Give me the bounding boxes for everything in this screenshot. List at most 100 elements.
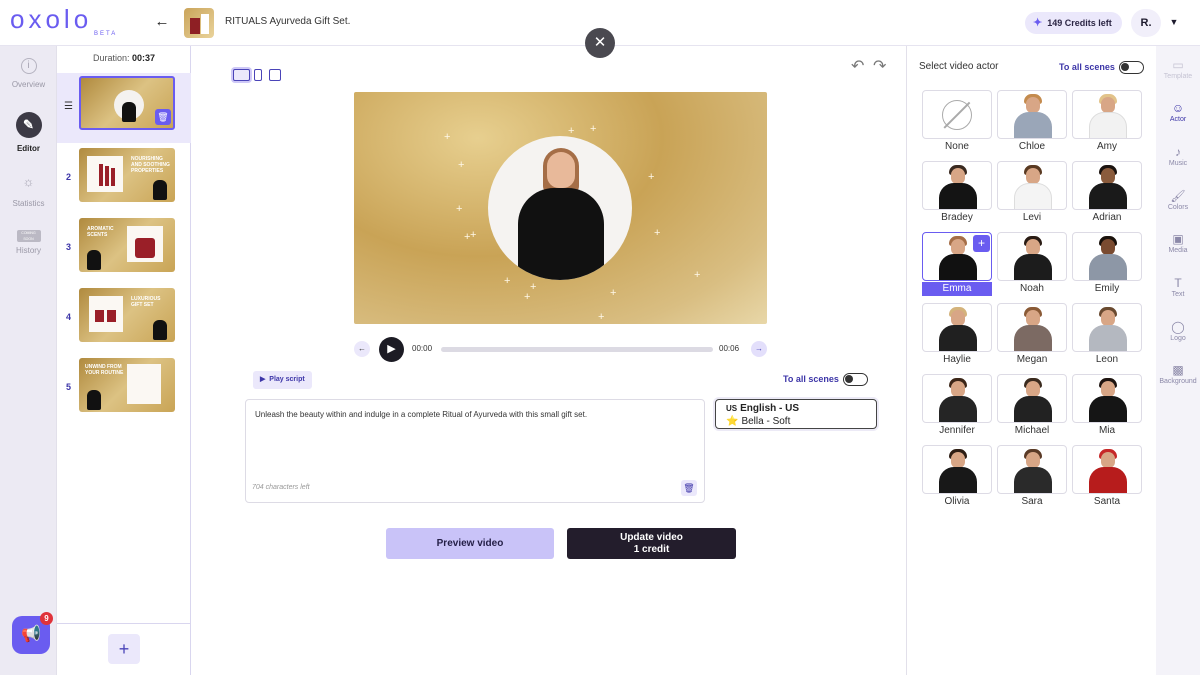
tab-logo[interactable]: ◯ Logo: [1156, 320, 1200, 342]
tab-actor[interactable]: ☺ Actor: [1156, 101, 1200, 123]
actor-name: None: [945, 141, 969, 152]
scene-item[interactable]: 2 NOURISHING AND SOOTHING PROPERTIES: [57, 145, 191, 215]
actor-adrian[interactable]: Adrian: [1072, 161, 1142, 227]
actor-amy[interactable]: Amy: [1072, 90, 1142, 156]
trash-icon[interactable]: 🗑: [155, 109, 171, 125]
script-to-all-scenes-label: To all scenes: [783, 374, 839, 384]
script-text: Unleash the beauty within and indulge in…: [255, 410, 588, 419]
tab-label: Music: [1168, 160, 1188, 167]
trash-icon[interactable]: 🗑: [681, 480, 697, 496]
tab-music[interactable]: ♪ Music: [1156, 145, 1200, 167]
scene-thumbnail[interactable]: LUXURIOUS GIFT SET: [79, 288, 175, 342]
duration-display: Duration: 00:37: [57, 53, 191, 63]
voice-label: Bella - Soft: [741, 416, 791, 427]
redo-icon[interactable]: ↷: [873, 56, 886, 76]
update-label: Update video: [620, 532, 683, 543]
nav-label: Overview: [11, 80, 46, 89]
actor-name: Leon: [1095, 354, 1119, 365]
script-to-all-scenes-toggle[interactable]: [843, 373, 868, 386]
coming-soon-badge: COMING SOON: [16, 230, 41, 242]
scene-number: 3: [66, 242, 72, 252]
actor-santa[interactable]: Santa: [1072, 445, 1142, 511]
drag-handle-icon[interactable]: ☰: [64, 101, 73, 112]
credits-badge[interactable]: ✦ 149 Credits left: [1025, 12, 1122, 34]
actor-none[interactable]: None: [922, 90, 992, 156]
actor-name: Santa: [1093, 496, 1121, 507]
actor-olivia[interactable]: Olivia: [922, 445, 992, 511]
scene-title: LUXURIOUS GIFT SET: [131, 296, 161, 308]
script-textarea[interactable]: Unleash the beauty within and indulge in…: [245, 399, 705, 503]
tab-colors[interactable]: 🖌 Colors: [1156, 189, 1200, 211]
star-icon: ⭐: [726, 416, 739, 427]
user-avatar[interactable]: R.: [1131, 9, 1161, 37]
scene-title: AROMATIC SCENTS: [87, 226, 114, 238]
progress-bar[interactable]: [441, 347, 713, 352]
scene-thumbnail[interactable]: NOURISHING AND SOOTHING PROPERTIES: [79, 148, 175, 202]
actor-sara[interactable]: Sara: [997, 445, 1067, 511]
actor-name: Emily: [1094, 283, 1120, 294]
actor-mia[interactable]: Mia: [1072, 374, 1142, 440]
close-icon[interactable]: ✕: [585, 28, 615, 58]
nav-statistics[interactable]: ☼ Statistics: [0, 171, 57, 208]
scene-item[interactable]: 3 AROMATIC SCENTS: [57, 215, 191, 285]
scene-list: Duration: 00:37 ☰ 🗑 2 NOURISHING AND SOO…: [57, 46, 191, 675]
nav-editor[interactable]: ✎ Editor: [0, 112, 57, 153]
actor-name: Chloe: [1018, 141, 1046, 152]
tab-label: Media: [1168, 247, 1188, 254]
arrow-left-icon[interactable]: ←: [152, 12, 172, 32]
play-script-label: Play script: [269, 376, 305, 383]
scene-item[interactable]: 4 LUXURIOUS GIFT SET: [57, 285, 191, 355]
actor-michael[interactable]: Michael: [997, 374, 1067, 440]
actor-emily[interactable]: Emily: [1072, 232, 1142, 298]
scene-thumbnail[interactable]: AROMATIC SCENTS: [79, 218, 175, 272]
play-icon[interactable]: ▶: [379, 337, 404, 362]
total-time: 00:06: [719, 344, 740, 353]
scene-thumbnail[interactable]: UNWIND FROM YOUR ROUTINE: [79, 358, 175, 412]
add-scene-button[interactable]: +: [108, 634, 140, 664]
play-script-button[interactable]: ▶ Play script: [253, 371, 312, 389]
landscape-ratio-icon[interactable]: [233, 69, 250, 81]
actor-leon[interactable]: Leon: [1072, 303, 1142, 369]
oxolo-logo[interactable]: oxolo BETA: [10, 4, 130, 40]
tab-media[interactable]: ▣ Media: [1156, 232, 1200, 254]
tab-text[interactable]: T Text: [1156, 276, 1200, 298]
actor-jennifer[interactable]: Jennifer: [922, 374, 992, 440]
undo-icon[interactable]: ↶: [851, 56, 864, 76]
actor-name: Michael: [1014, 425, 1050, 436]
nav-overview[interactable]: i Overview: [0, 58, 57, 89]
actor-emma[interactable]: + Emma: [922, 232, 992, 298]
actor-bradey[interactable]: Bradey: [922, 161, 992, 227]
portrait-ratio-icon[interactable]: [254, 69, 262, 81]
square-ratio-icon[interactable]: [269, 69, 281, 81]
tab-background[interactable]: ▩ Background: [1156, 363, 1200, 385]
voice-language: US English - US: [726, 402, 876, 415]
voice-selector[interactable]: US English - US ⭐ Bella - Soft: [715, 399, 877, 429]
actor-noah[interactable]: Noah: [997, 232, 1067, 298]
logo-wordmark: oxolo: [10, 4, 93, 34]
sparkle-icon: ✦: [1033, 17, 1043, 29]
plus-icon[interactable]: +: [973, 235, 990, 252]
next-scene-icon[interactable]: →: [751, 341, 767, 357]
update-video-button[interactable]: Update video 1 credit: [567, 528, 736, 559]
tab-label: Actor: [1169, 116, 1187, 123]
template-icon: ▭: [1172, 58, 1184, 72]
duration-label: Duration:: [92, 53, 130, 63]
project-title: RITUALS Ayurveda Gift Set.: [225, 16, 351, 27]
info-icon: i: [20, 58, 37, 74]
actor-to-all-scenes-label: To all scenes: [1059, 62, 1115, 72]
previous-scene-icon[interactable]: ←: [354, 341, 370, 357]
text-icon: T: [1174, 276, 1182, 290]
chevron-down-icon[interactable]: ▼: [1167, 15, 1181, 29]
preview-video-button[interactable]: Preview video: [386, 528, 554, 559]
actor-megan[interactable]: Megan: [997, 303, 1067, 369]
actor-frame: [488, 136, 632, 280]
actor-to-all-scenes-toggle[interactable]: [1119, 61, 1144, 74]
brush-icon: 🖌: [1170, 189, 1186, 203]
nav-history: COMING SOON History: [0, 230, 57, 255]
actor-chloe[interactable]: Chloe: [997, 90, 1067, 156]
actor-levi[interactable]: Levi: [997, 161, 1067, 227]
scene-item[interactable]: 5 UNWIND FROM YOUR ROUTINE: [57, 355, 191, 425]
nav-label: Statistics: [12, 199, 45, 208]
actor-haylie[interactable]: Haylie: [922, 303, 992, 369]
scene-item[interactable]: ☰ 🗑: [57, 73, 191, 143]
